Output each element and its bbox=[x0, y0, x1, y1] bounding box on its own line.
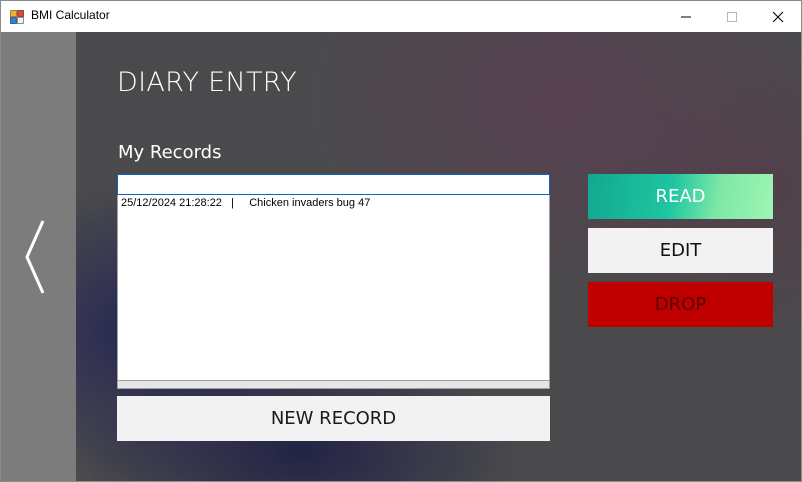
chevron-left-icon bbox=[25, 220, 45, 294]
maximize-icon bbox=[727, 11, 737, 22]
read-button[interactable]: READ bbox=[588, 174, 773, 219]
edit-button[interactable]: EDIT bbox=[588, 228, 773, 273]
client-area: DIARY ENTRY My Records 25/12/2024 21:28:… bbox=[1, 32, 801, 481]
new-record-button[interactable]: NEW RECORD bbox=[117, 396, 550, 441]
horizontal-scrollbar[interactable] bbox=[117, 381, 550, 389]
app-window: BMI Calculator DIARY ENTRY My Records 25… bbox=[0, 0, 802, 482]
window-title: BMI Calculator bbox=[31, 8, 110, 22]
list-item[interactable]: 25/12/2024 21:28:22 | Chicken invaders b… bbox=[121, 197, 370, 209]
records-list[interactable]: 25/12/2024 21:28:22 | Chicken invaders b… bbox=[117, 195, 550, 381]
title-bar[interactable]: BMI Calculator bbox=[1, 1, 801, 32]
drop-button[interactable]: DROP bbox=[588, 282, 773, 327]
records-search-input[interactable] bbox=[117, 174, 550, 195]
app-grid-icon bbox=[10, 9, 24, 24]
close-button[interactable] bbox=[755, 1, 801, 32]
minimize-icon bbox=[681, 16, 691, 17]
records-heading: My Records bbox=[118, 142, 222, 163]
back-button[interactable] bbox=[21, 217, 51, 297]
maximize-button[interactable] bbox=[709, 1, 755, 32]
page-title: DIARY ENTRY bbox=[117, 67, 297, 98]
close-icon bbox=[772, 11, 784, 22]
minimize-button[interactable] bbox=[663, 1, 709, 32]
